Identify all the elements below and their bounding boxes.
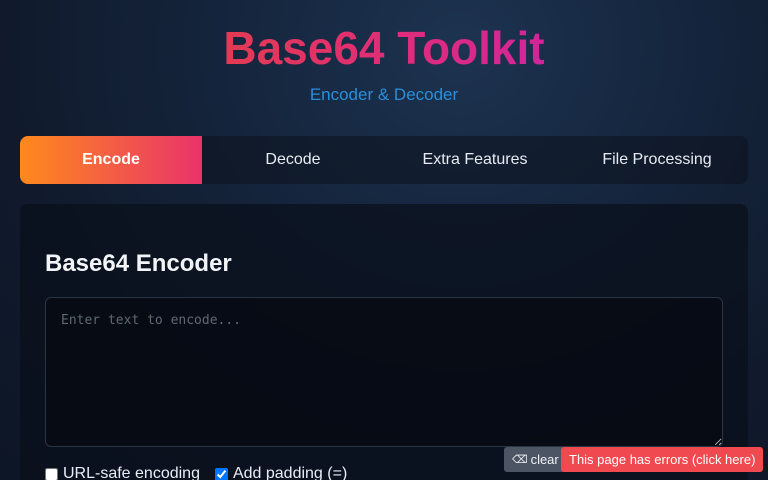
tab-extra-features[interactable]: Extra Features: [384, 136, 566, 184]
encoder-title: Base64 Encoder: [45, 250, 232, 277]
url-safe-option[interactable]: URL-safe encoding: [45, 465, 200, 480]
add-padding-option[interactable]: Add padding (=): [214, 465, 348, 480]
tab-decode[interactable]: Decode: [202, 136, 384, 184]
header: Base64 Toolkit Encoder & Decoder: [0, 0, 768, 105]
tab-file-processing[interactable]: File Processing: [566, 136, 748, 184]
page-subtitle: Encoder & Decoder: [309, 85, 459, 104]
page-title: Base64 Toolkit: [223, 22, 545, 74]
page-errors-button[interactable]: This page has errors (click here): [561, 447, 764, 472]
url-safe-checkbox[interactable]: [45, 467, 58, 480]
encode-input[interactable]: [45, 297, 723, 447]
url-safe-label: URL-safe encoding: [63, 465, 200, 480]
add-padding-checkbox[interactable]: [214, 467, 228, 480]
clear-label: clear: [530, 452, 559, 467]
encoding-options: URL-safe encoding Add padding (=): [45, 465, 362, 480]
add-padding-label: Add padding (=): [232, 465, 348, 480]
encoder-panel: Base64 Encoder: [20, 204, 748, 480]
tab-bar: Encode Decode Extra Features File Proces…: [20, 136, 748, 184]
clear-button[interactable]: ⌫ clear: [504, 447, 567, 472]
trash-icon: ⌫: [512, 454, 528, 466]
tab-encode[interactable]: Encode: [20, 136, 202, 184]
